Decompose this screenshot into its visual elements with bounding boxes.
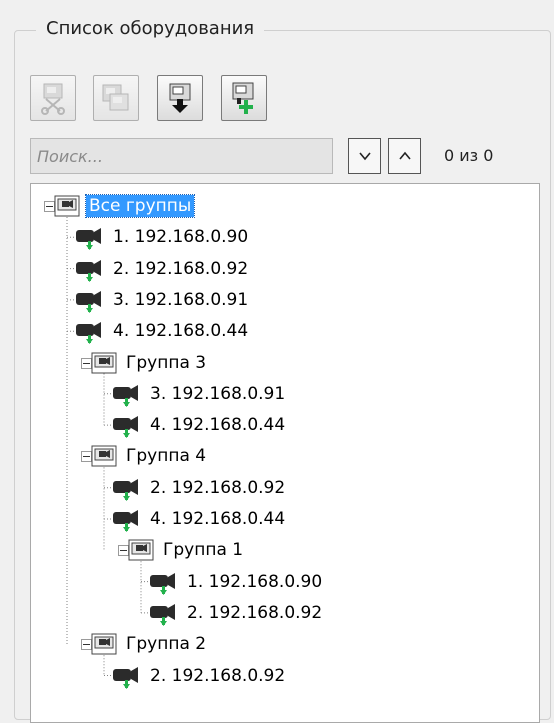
tree-node-label: Все группы <box>84 194 196 218</box>
camera-icon <box>150 603 175 626</box>
search-result-counter: 0 из 0 <box>444 146 494 165</box>
tree-group-node[interactable]: Группа 2 <box>91 629 209 659</box>
tree-node-label: Группа 2 <box>126 634 207 655</box>
camera-icon <box>76 322 101 345</box>
camera-icon <box>113 416 138 439</box>
tree-group-node[interactable]: Группа 3 <box>91 348 209 378</box>
add-group-button[interactable] <box>221 75 267 121</box>
group-icon <box>91 352 117 373</box>
tree-node-label: Группа 4 <box>126 446 207 467</box>
tree-camera-node[interactable]: 4. 192.168.0.44 <box>111 410 288 440</box>
camera-icon <box>76 290 101 313</box>
tree-camera-node[interactable]: 2. 192.168.0.92 <box>74 254 251 284</box>
tree-camera-node[interactable]: 4. 192.168.0.44 <box>111 504 288 534</box>
tree-camera-node[interactable]: 2. 192.168.0.92 <box>148 598 325 628</box>
cut-button[interactable] <box>30 75 76 121</box>
move-down-button[interactable] <box>157 75 203 121</box>
search-next-button[interactable] <box>348 138 381 174</box>
tree-node-label: 4. 192.168.0.44 <box>150 509 286 529</box>
camera-icon <box>113 510 138 532</box>
copy-button[interactable] <box>93 75 139 121</box>
tree-node-label: 2. 192.168.0.92 <box>150 477 286 498</box>
tree-node-label: Группа 1 <box>163 540 244 561</box>
tree-node-label: Группа 3 <box>126 352 207 373</box>
tree-group-node[interactable]: Все группы <box>54 191 196 221</box>
search-prev-button[interactable] <box>388 138 421 174</box>
group-icon <box>128 539 154 561</box>
tree-camera-node[interactable]: 1. 192.168.0.90 <box>74 222 251 252</box>
tree-node-label: 3. 192.168.0.91 <box>150 383 286 404</box>
group-icon <box>91 633 117 655</box>
add-group-icon <box>232 82 254 114</box>
tree-node-label: 4. 192.168.0.44 <box>150 415 286 436</box>
group-icon <box>54 195 80 217</box>
camera-icon <box>113 478 138 501</box>
tree-group-node[interactable]: Группа 4 <box>91 441 209 471</box>
tree-node-label: 2. 192.168.0.92 <box>113 258 249 279</box>
chevron-down-icon <box>358 152 371 161</box>
camera-icon <box>113 666 138 689</box>
tree-node-label: 1. 192.168.0.90 <box>113 227 249 248</box>
search-input[interactable] <box>30 138 333 174</box>
copy-icon <box>102 84 129 111</box>
tree-camera-node[interactable]: 3. 192.168.0.91 <box>111 379 288 409</box>
cut-icon <box>41 83 65 115</box>
move-down-icon <box>169 83 191 113</box>
tree-camera-node[interactable]: 4. 192.168.0.44 <box>74 316 251 346</box>
chevron-up-icon <box>398 151 411 160</box>
tree-camera-node[interactable]: 1. 192.168.0.90 <box>148 567 325 597</box>
tree-camera-node[interactable]: 2. 192.168.0.92 <box>111 661 288 691</box>
camera-icon <box>76 228 101 251</box>
group-icon <box>91 445 117 467</box>
tree-node-label: 4. 192.168.0.44 <box>113 321 249 342</box>
tree-node-label: 2. 192.168.0.92 <box>187 602 323 623</box>
camera-icon <box>76 259 101 282</box>
tree-group-node[interactable]: Группа 1 <box>128 535 246 565</box>
tree-camera-node[interactable]: 3. 192.168.0.91 <box>74 285 251 315</box>
tree-node-label: 1. 192.168.0.90 <box>187 571 323 592</box>
groupbox-title: Список оборудования <box>36 18 265 39</box>
equipment-tree[interactable]: Все группы 1. 192.168.0.90 2. 192.168.0.… <box>30 183 540 723</box>
tree-camera-node[interactable]: 2. 192.168.0.92 <box>111 473 288 503</box>
camera-icon <box>113 384 138 407</box>
tree-node-label: 3. 192.168.0.91 <box>113 289 249 310</box>
tree-node-label: 2. 192.168.0.92 <box>150 665 286 686</box>
camera-icon <box>150 572 175 595</box>
